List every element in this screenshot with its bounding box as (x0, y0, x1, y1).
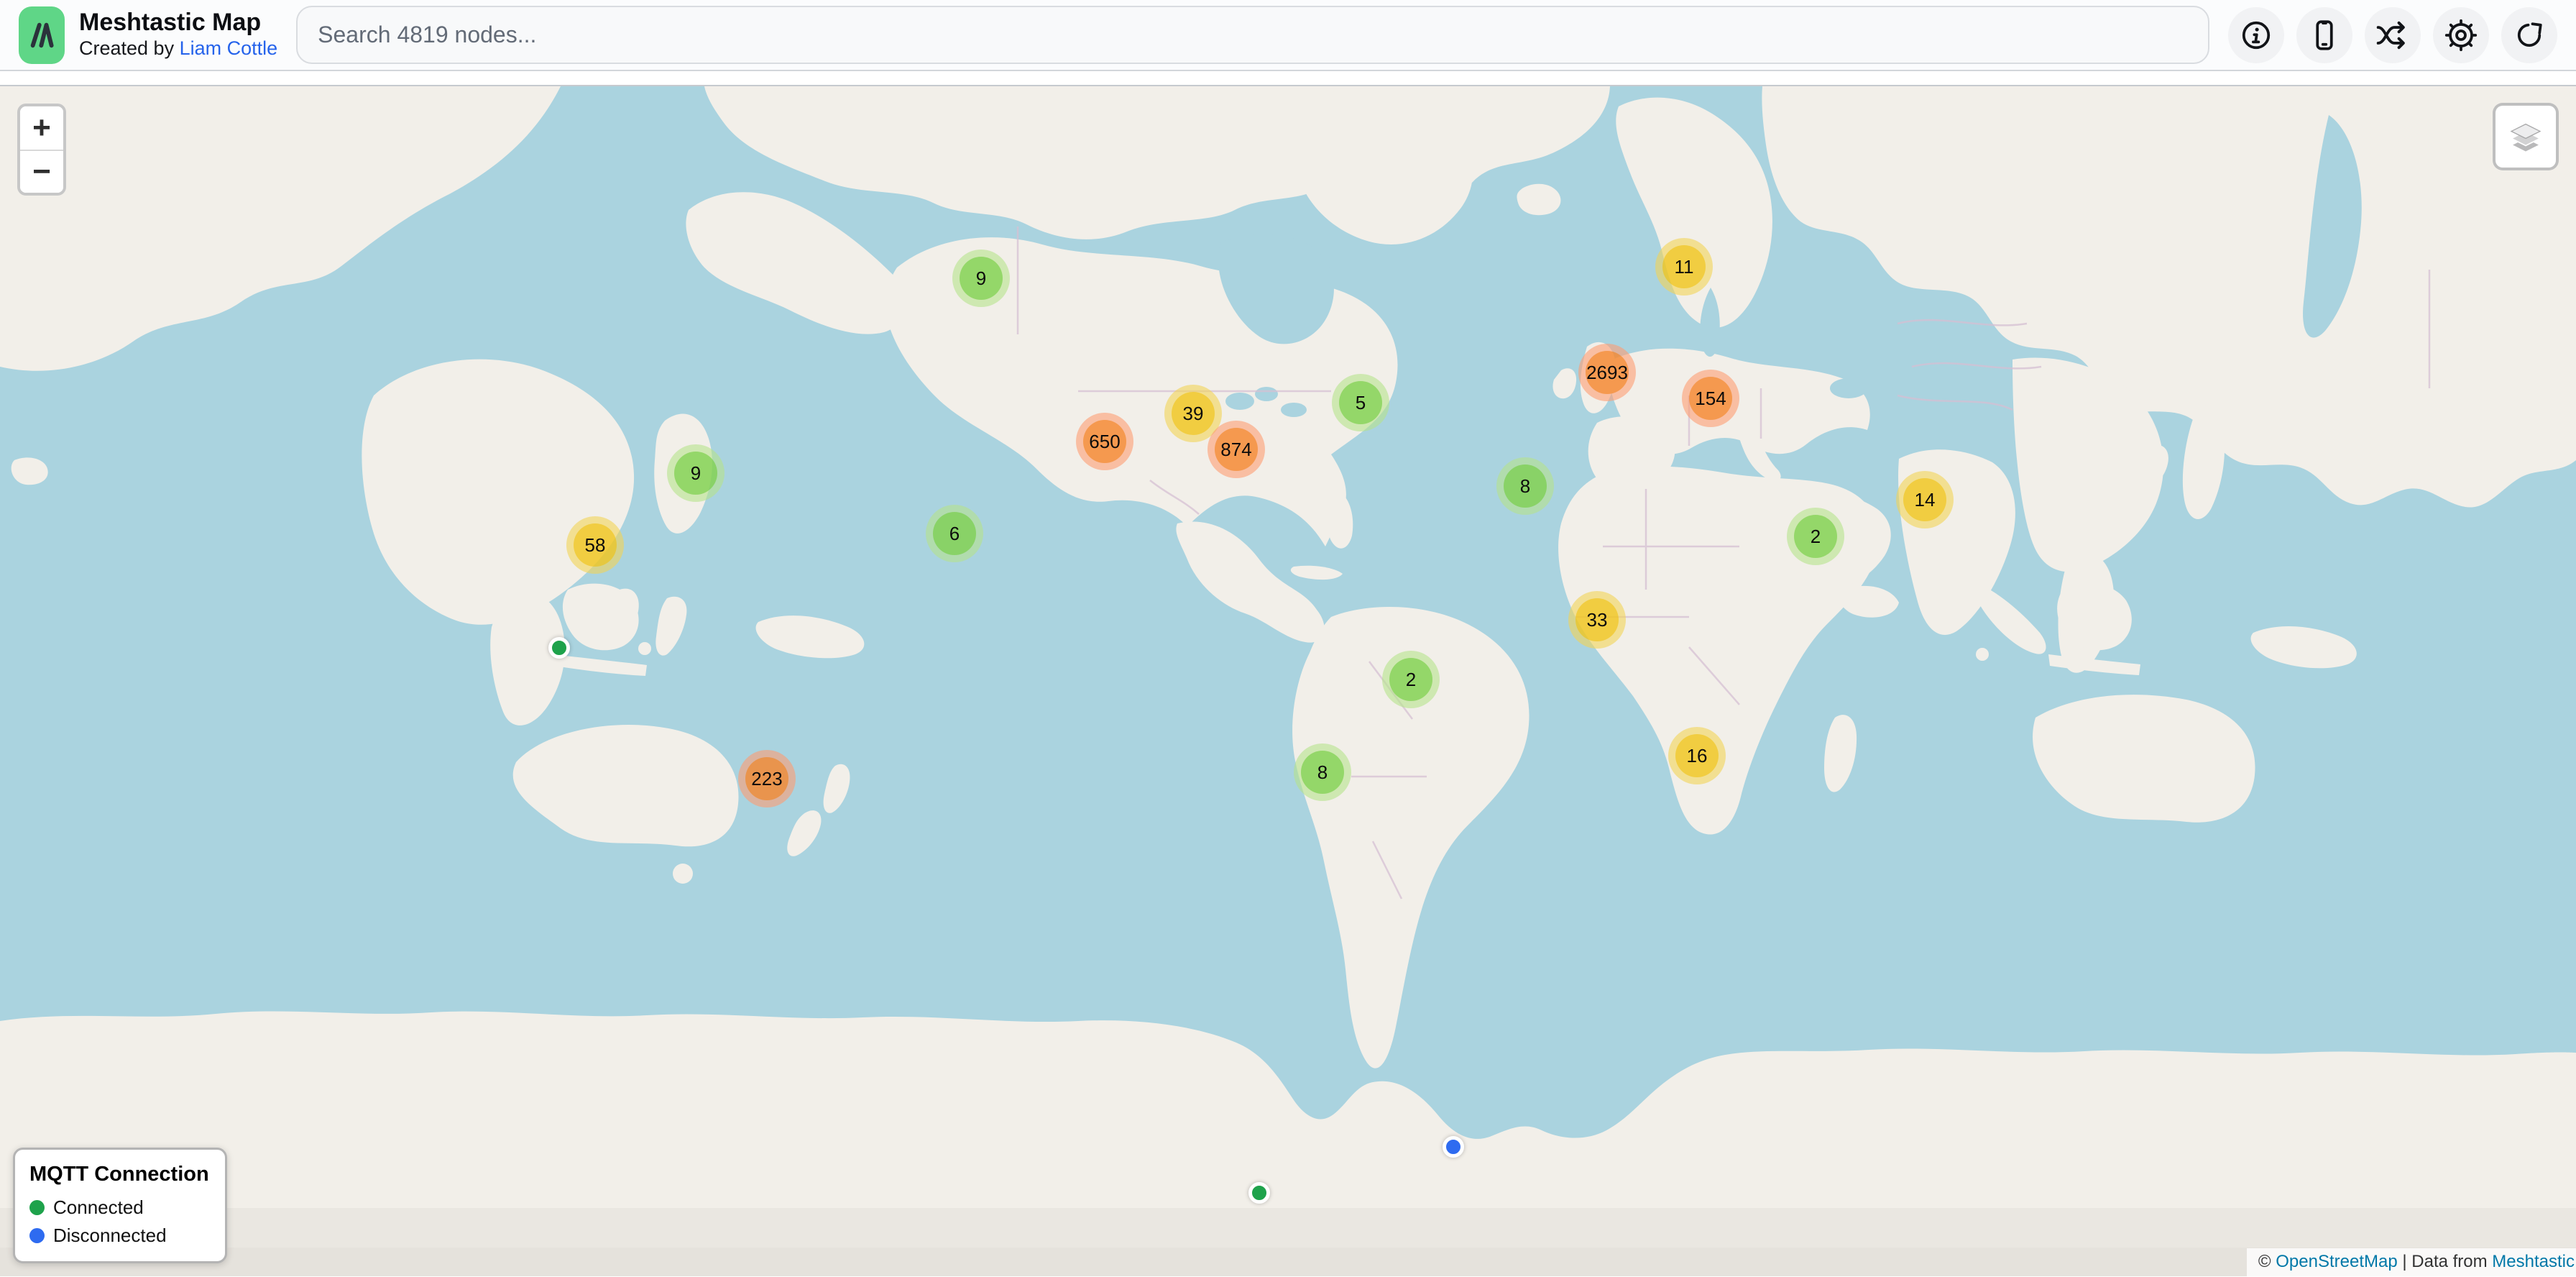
cluster-count: 2 (1794, 515, 1837, 558)
zoom-out-button[interactable]: − (20, 150, 63, 193)
cluster-marker[interactable]: 2 (1787, 508, 1844, 565)
cluster-count: 8 (1301, 751, 1344, 794)
refresh-button[interactable] (2501, 7, 2557, 63)
zoom-in-button[interactable]: + (20, 106, 63, 150)
cluster-count: 874 (1215, 428, 1258, 471)
cluster-count: 11 (1662, 245, 1706, 288)
node-marker-disconnected[interactable] (1443, 1136, 1464, 1158)
cluster-count: 9 (960, 257, 1003, 300)
attribution-middle: | Data from (2402, 1252, 2487, 1271)
world-basemap (0, 86, 2576, 1276)
cluster-marker[interactable]: 8 (1294, 743, 1351, 801)
cluster-count: 39 (1172, 392, 1215, 435)
brand-text: Meshtastic Map Created by Liam Cottle (79, 9, 277, 61)
cluster-marker[interactable]: 2693 (1578, 344, 1636, 401)
cluster-count: 154 (1689, 377, 1732, 420)
cluster-marker[interactable]: 33 (1568, 591, 1626, 649)
layers-icon (2505, 114, 2547, 160)
legend-item-connected: Connected (29, 1196, 209, 1219)
cluster-marker[interactable]: 154 (1682, 370, 1739, 427)
settings-button[interactable] (2433, 7, 2489, 63)
cluster-marker[interactable]: 5 (1332, 374, 1389, 431)
meshtastic-link[interactable]: Meshtastic (2492, 1252, 2575, 1271)
disconnected-dot-icon (29, 1228, 45, 1243)
cluster-count: 16 (1675, 734, 1719, 777)
connected-dot-icon (29, 1200, 45, 1215)
cluster-count: 2693 (1586, 351, 1629, 394)
cluster-marker[interactable]: 9 (667, 444, 724, 502)
brand: Meshtastic Map Created by Liam Cottle (19, 6, 277, 64)
header-buttons (2228, 7, 2557, 63)
info-icon (2239, 18, 2273, 52)
refresh-icon (2512, 18, 2547, 52)
shuffle-icon (2375, 17, 2411, 53)
created-by: Created by Liam Cottle (79, 37, 277, 61)
osm-link[interactable]: OpenStreetMap (2276, 1252, 2397, 1271)
copyright-symbol: © (2258, 1252, 2271, 1271)
cluster-marker[interactable]: 11 (1655, 238, 1713, 296)
cluster-marker[interactable]: 874 (1208, 421, 1265, 478)
cluster-count: 58 (574, 523, 617, 567)
header: Meshtastic Map Created by Liam Cottle (0, 0, 2576, 71)
author-link[interactable]: Liam Cottle (180, 37, 278, 59)
cluster-count: 9 (674, 452, 717, 495)
legend-label: Disconnected (53, 1225, 167, 1247)
random-node-button[interactable] (2365, 7, 2421, 63)
cluster-count: 33 (1576, 598, 1619, 641)
cluster-marker[interactable]: 650 (1076, 413, 1133, 470)
cluster-marker[interactable]: 58 (566, 516, 624, 574)
meshtastic-logo-icon (19, 6, 65, 64)
cluster-marker[interactable]: 8 (1496, 457, 1554, 515)
attribution: © OpenStreetMap | Data from Meshtastic (2247, 1248, 2576, 1276)
node-marker-connected[interactable] (1248, 1182, 1270, 1204)
layers-control[interactable] (2493, 103, 2559, 170)
cluster-count: 5 (1339, 381, 1382, 424)
cluster-marker[interactable]: 2 (1382, 651, 1440, 708)
cluster-count: 14 (1903, 478, 1946, 521)
page-title: Meshtastic Map (79, 9, 277, 37)
node-marker-connected[interactable] (548, 637, 570, 659)
cluster-count: 650 (1083, 420, 1126, 463)
cluster-marker[interactable]: 6 (926, 505, 983, 562)
cluster-marker[interactable]: 16 (1668, 727, 1726, 784)
map[interactable]: + − 58 9 223 6 9 650 39874 8 5 2 8 33 2693 11 16 154 2 14… (0, 85, 2576, 1276)
cluster-count: 8 (1504, 464, 1547, 508)
cluster-count: 223 (745, 757, 788, 800)
search-input[interactable] (296, 6, 2209, 64)
cluster-count: 2 (1389, 658, 1432, 701)
mobile-icon (2307, 18, 2342, 52)
info-button[interactable] (2228, 7, 2284, 63)
legend-title: MQTT Connection (29, 1163, 209, 1186)
cluster-marker[interactable]: 14 (1896, 471, 1954, 528)
created-by-label: Created by (79, 37, 174, 59)
legend-label: Connected (53, 1196, 144, 1219)
mqtt-legend: MQTT Connection Connected Disconnected (13, 1148, 227, 1263)
legend-item-disconnected: Disconnected (29, 1225, 209, 1247)
cluster-marker[interactable]: 9 (952, 250, 1010, 307)
settings-icon (2444, 18, 2478, 52)
zoom-control: + − (17, 104, 66, 196)
cluster-count: 6 (933, 512, 976, 555)
mobile-app-button[interactable] (2296, 7, 2352, 63)
cluster-marker[interactable]: 223 (738, 750, 796, 807)
